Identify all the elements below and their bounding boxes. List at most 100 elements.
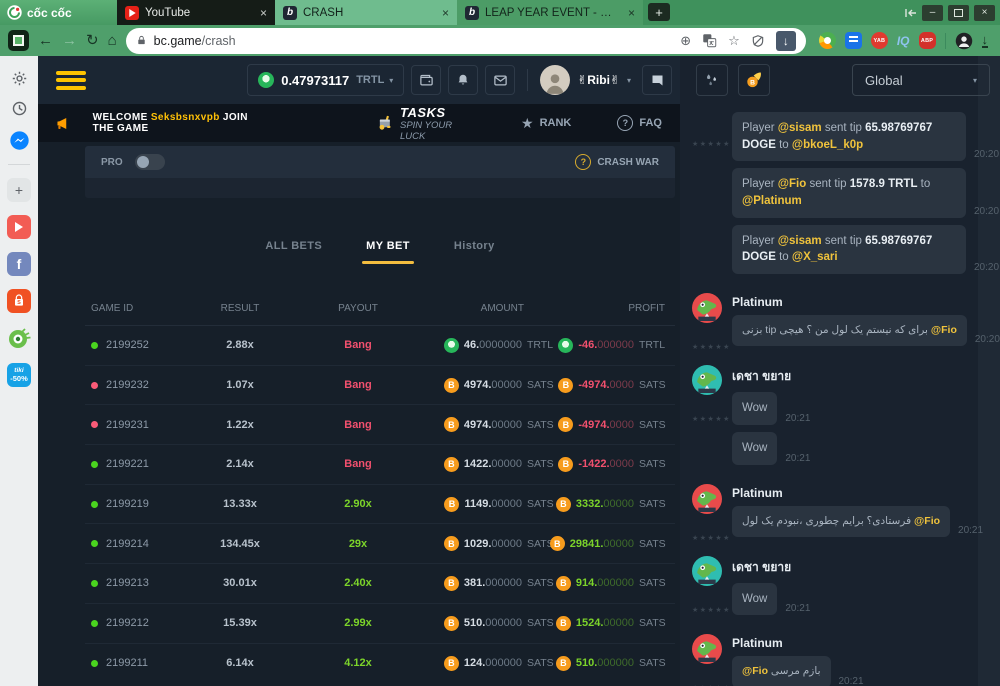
- tasks-link[interactable]: TASKS SPIN YOUR LUCK: [377, 105, 457, 142]
- reload-button[interactable]: ↻: [86, 33, 99, 48]
- rain-tip-button[interactable]: [696, 64, 728, 96]
- shopee-shortcut-icon[interactable]: S: [7, 289, 31, 313]
- coin-drop-button[interactable]: B: [738, 64, 770, 96]
- faq-link[interactable]: ? FAQ: [617, 115, 662, 131]
- mention[interactable]: @bkoeL_k0p: [792, 139, 863, 151]
- youtube-shortcut-icon[interactable]: [7, 215, 31, 239]
- chat-message-list[interactable]: ★★★★★ Player @sisam sent tip 65.98769767…: [680, 104, 1000, 686]
- mention[interactable]: @sisam: [778, 235, 822, 247]
- close-window-button[interactable]: ×: [974, 5, 995, 21]
- tab-close-icon[interactable]: ×: [260, 6, 267, 20]
- address-bar[interactable]: bc.game/crash ⊕ ☆ ↓: [126, 28, 806, 54]
- status-dot-green: [91, 461, 98, 468]
- download-page-button[interactable]: ↓: [776, 31, 796, 51]
- rank-link[interactable]: ★ RANK: [521, 116, 571, 130]
- tab-youtube[interactable]: YouTube ×: [117, 0, 275, 25]
- tab-all-bets[interactable]: ALL BETS: [265, 240, 322, 264]
- messages-mail-button[interactable]: [485, 65, 515, 95]
- table-row[interactable]: 2199213 30.01x 2.40x 381.000000SATS 914.…: [85, 564, 675, 604]
- profile-icon[interactable]: [955, 32, 973, 50]
- user-avatar[interactable]: [540, 65, 570, 95]
- minimize-button[interactable]: –: [922, 5, 943, 21]
- chat-message-group: ★★★★★ เดชา ขยาย Wow 20:21 Wow 20:21: [692, 365, 992, 471]
- translate-icon[interactable]: [702, 33, 717, 48]
- game-controls-bar: PRO ? CRASH WAR: [85, 146, 675, 178]
- mention[interactable]: @Fio: [931, 324, 957, 336]
- table-row[interactable]: 2199231 1.22x Bang 4974.00000SATS -4974.…: [85, 405, 675, 445]
- tab-my-bet[interactable]: MY BET: [366, 240, 410, 264]
- tab-crash-active[interactable]: b CRASH ×: [275, 0, 457, 25]
- add-shortcut-button[interactable]: +: [7, 178, 31, 202]
- back-button[interactable]: ←: [38, 33, 53, 48]
- iq-extension-icon[interactable]: IQ: [897, 34, 910, 48]
- avatar[interactable]: [692, 365, 722, 395]
- bcgame-favicon: b: [465, 6, 479, 20]
- crash-war-link[interactable]: ? CRASH WAR: [575, 154, 659, 170]
- settings-gear-icon[interactable]: [11, 70, 28, 87]
- sidebar-toggle-icon[interactable]: [8, 30, 29, 51]
- mention[interactable]: @Fio: [914, 515, 940, 527]
- messenger-icon[interactable]: [9, 130, 30, 151]
- mention[interactable]: @Platinum: [742, 195, 802, 207]
- zoom-page-icon[interactable]: ⊕: [680, 33, 691, 49]
- downloads-tray-icon[interactable]: ↓: [982, 33, 989, 48]
- avatar[interactable]: [692, 484, 722, 514]
- megaphone-icon: [56, 115, 71, 132]
- home-button[interactable]: ⌂: [108, 33, 117, 48]
- new-tab-button[interactable]: +: [648, 3, 670, 21]
- color-wheel-extension-icon[interactable]: [819, 32, 836, 49]
- table-row[interactable]: 2199252 2.88x Bang 46.0000000TRTL -46.00…: [85, 326, 675, 366]
- chat-message: Wow 20:21: [732, 432, 992, 465]
- chat-username[interactable]: เดชา ขยาย: [732, 558, 992, 577]
- chevron-down-icon[interactable]: ▾: [627, 76, 631, 85]
- balance-selector[interactable]: 0.47973117 TRTL ▾: [247, 64, 404, 96]
- avatar[interactable]: [692, 634, 722, 664]
- chat-message-group: ★★★★★ Platinum @Fio مرسی‎ بازم 20:21: [692, 634, 992, 686]
- username-label[interactable]: ✌Ribi✌: [577, 73, 620, 87]
- translate-extension-icon[interactable]: [845, 32, 862, 49]
- coccoc-shortcut-icon[interactable]: [7, 326, 31, 350]
- status-dot-red: [91, 421, 98, 428]
- chat-username[interactable]: Platinum: [732, 636, 992, 650]
- tab-close-icon[interactable]: ×: [628, 6, 635, 20]
- mention[interactable]: @X_sari: [792, 251, 838, 263]
- table-row[interactable]: 2199221 2.14x Bang 1422.00000SATS -1422.…: [85, 445, 675, 485]
- mention[interactable]: @sisam: [778, 122, 822, 134]
- notifications-bell-button[interactable]: [448, 65, 478, 95]
- table-row[interactable]: 2199214 134.45x 29x 1029.00000SATS 29841…: [85, 524, 675, 564]
- tab-leap-year-event[interactable]: b LEAP YEAR EVENT - □Event - ×: [457, 0, 643, 25]
- maximize-button[interactable]: [948, 5, 969, 21]
- table-row[interactable]: 2199219 13.33x 2.90x 1149.00000SATS 3332…: [85, 485, 675, 525]
- yab-extension-icon[interactable]: YAB: [871, 32, 888, 49]
- chat-username[interactable]: เดชา ขยาย: [732, 367, 992, 386]
- pro-toggle[interactable]: [135, 154, 165, 170]
- menu-hamburger-icon[interactable]: [56, 71, 86, 90]
- chat-username[interactable]: Platinum: [732, 295, 992, 309]
- user-rating-stars: ★★★★★: [692, 415, 731, 423]
- table-row[interactable]: 2199212 15.39x 2.99x 510.000000SATS 1524…: [85, 604, 675, 644]
- facebook-shortcut-icon[interactable]: f: [7, 252, 31, 276]
- table-row[interactable]: 2199211 6.14x 4.12x 124.000000SATS 510.0…: [85, 644, 675, 684]
- chat-channel-select[interactable]: Global ▾: [852, 64, 990, 96]
- dock-window-icon[interactable]: [905, 8, 917, 18]
- trtl-coin-icon: [444, 338, 459, 353]
- mention[interactable]: @Fio: [778, 178, 806, 190]
- avatar[interactable]: [692, 293, 722, 323]
- table-row[interactable]: 2199232 1.07x Bang 4974.00000SATS -4974.…: [85, 366, 675, 406]
- tip-message: Player @sisam sent tip 65.98769767 DOGE …: [732, 225, 992, 274]
- open-chat-button[interactable]: [642, 65, 672, 95]
- tab-close-icon[interactable]: ×: [442, 6, 449, 20]
- tab-history[interactable]: History: [454, 240, 495, 264]
- shield-blocker-icon[interactable]: [751, 34, 765, 48]
- chat-username[interactable]: Platinum: [732, 486, 992, 500]
- avatar[interactable]: [692, 556, 722, 586]
- forward-button[interactable]: →: [62, 33, 77, 48]
- adblock-extension-icon[interactable]: ABP: [919, 32, 936, 49]
- wallet-button[interactable]: [411, 65, 441, 95]
- history-clock-icon[interactable]: [11, 100, 28, 117]
- treasure-chest-icon: [377, 112, 393, 134]
- mention[interactable]: @Fio: [742, 665, 768, 677]
- tiki-shortcut-icon[interactable]: tiki -50%: [7, 363, 31, 387]
- browser-tab-strip: cốc cốc YouTube × b CRASH × b LEAP YEAR …: [0, 0, 1000, 25]
- bookmark-star-icon[interactable]: ☆: [728, 33, 740, 49]
